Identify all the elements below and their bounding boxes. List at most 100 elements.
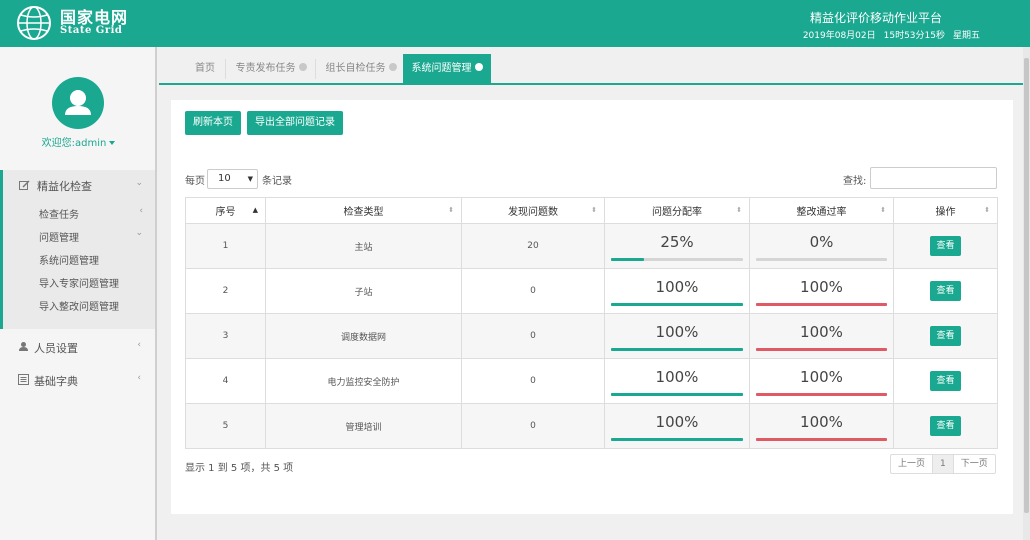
cell-assign-rate: 100% <box>604 358 750 404</box>
assign-rate-text: 100% <box>655 323 699 341</box>
date-text: 2019年08月02日 <box>802 31 876 41</box>
assign-rate-text: 100% <box>655 368 699 386</box>
tab-publish-task[interactable]: 专责发布任务 <box>229 54 313 84</box>
cell-no: 1 <box>185 223 266 269</box>
sidebar-item-dictionary[interactable]: 基础字典 ‹ <box>0 367 155 393</box>
pass-rate-text: 100% <box>800 413 843 431</box>
search-input[interactable] <box>870 167 997 189</box>
cell-pass-rate: 0% <box>749 223 894 269</box>
pass-rate-text: 100% <box>800 323 843 341</box>
sidebar-item-import-expert[interactable]: 导入专家问题管理 <box>39 275 119 290</box>
column-header-no[interactable]: 序号 ▲ <box>185 197 266 224</box>
cell-no: 2 <box>185 268 266 314</box>
sidebar-item-system-problem[interactable]: 系统问题管理 <box>39 252 99 267</box>
datetime-display: 2019年08月02日 15时53分15秒 星期五 <box>803 28 980 41</box>
sidebar-item-label: 系统问题管理 <box>39 256 99 267</box>
table-row: 3 调度数据网 0 100% 100% 查看 <box>185 313 998 359</box>
cell-no: 3 <box>185 313 266 359</box>
assign-progress-bar <box>611 438 743 441</box>
close-icon[interactable] <box>474 63 483 71</box>
assign-progress-bar <box>611 258 743 261</box>
column-header-label: 操作 <box>935 207 956 218</box>
view-button[interactable]: 查看 <box>930 281 961 301</box>
cell-pass-rate: 100% <box>749 358 894 404</box>
pass-progress-bar <box>756 438 887 441</box>
page-number-button[interactable]: 1 <box>932 455 953 473</box>
time-text: 15时53分15秒 <box>883 31 945 41</box>
column-header-count[interactable]: 发现问题数 ⬍ <box>461 197 605 224</box>
column-header-label: 整改通过率 <box>796 207 847 218</box>
sort-icon: ⬍ <box>736 206 742 214</box>
refresh-button[interactable]: 刷新本页 <box>185 111 241 135</box>
sidebar-item-problem-management[interactable]: 问题管理 <box>39 229 79 244</box>
cell-assign-rate: 25% <box>604 223 750 269</box>
pass-progress-bar <box>756 258 887 261</box>
chevron-left-icon: ‹ <box>139 206 143 216</box>
problem-table: 序号 ▲ 检查类型 ⬍ 发现问题数 ⬍ 问题分配率 ⬍ 整改通过率 ⬍ 操作 ⬍ 1 主站 … <box>185 197 998 449</box>
chevron-left-icon: ‹ <box>137 373 141 383</box>
tab-home[interactable]: 首页 <box>186 54 224 84</box>
view-button[interactable]: 查看 <box>930 326 961 346</box>
progress-fill <box>611 393 743 396</box>
close-icon[interactable] <box>298 63 307 71</box>
tab-system-problem[interactable]: 系统问题管理 <box>403 54 491 84</box>
cell-type: 电力监控安全防护 <box>265 358 462 404</box>
sidebar-item-personnel[interactable]: 人员设置 ‹ <box>0 334 155 360</box>
view-button[interactable]: 查看 <box>930 236 961 256</box>
sort-icon: ⬍ <box>448 206 454 214</box>
column-header-type[interactable]: 检查类型 ⬍ <box>265 197 462 224</box>
view-button[interactable]: 查看 <box>930 371 961 391</box>
cell-pass-rate: 100% <box>749 313 894 359</box>
state-grid-logo-icon <box>17 6 51 40</box>
cell-count: 0 <box>461 313 605 359</box>
next-page-button[interactable]: 下一页 <box>952 455 995 473</box>
sidebar-item-label: 检查任务 <box>39 210 79 221</box>
assign-progress-bar <box>611 393 743 396</box>
tab-label: 专责发布任务 <box>235 63 296 74</box>
avatar[interactable] <box>52 77 104 129</box>
cell-type: 管理培训 <box>265 403 462 449</box>
cell-action: 查看 <box>893 403 998 449</box>
cell-no: 4 <box>185 358 266 404</box>
sort-icon: ⬍ <box>880 206 886 214</box>
column-header-label: 检查类型 <box>343 207 384 218</box>
nav-group-lean-check: 精益化检查 ⌄ 检查任务 ‹ 问题管理 ⌄ 系统问题管理 导入专家问题管理 导入… <box>0 170 155 329</box>
view-button[interactable]: 查看 <box>930 416 961 436</box>
export-button[interactable]: 导出全部问题记录 <box>247 111 343 135</box>
scrollbar-thumb[interactable] <box>1024 58 1029 513</box>
column-header-pass-rate[interactable]: 整改通过率 ⬍ <box>749 197 894 224</box>
nav-section-lean-check[interactable]: 精益化检查 ⌄ <box>3 170 155 200</box>
progress-fill <box>756 393 887 396</box>
assign-rate-text: 100% <box>655 413 699 431</box>
cell-type: 主站 <box>265 223 462 269</box>
pass-rate-text: 0% <box>809 233 834 251</box>
cell-count: 0 <box>461 403 605 449</box>
sidebar-item-label: 导入专家问题管理 <box>39 279 119 290</box>
table-row: 4 电力监控安全防护 0 100% 100% 查看 <box>185 358 998 404</box>
cell-pass-rate: 100% <box>749 403 894 449</box>
user-menu-toggle[interactable]: 欢迎您:admin <box>0 134 157 149</box>
prev-page-button[interactable]: 上一页 <box>891 455 932 473</box>
progress-fill <box>611 438 743 441</box>
chevron-down-icon: ⌄ <box>135 178 143 188</box>
pass-rate-text: 100% <box>800 368 843 386</box>
page-length-select[interactable]: 10 ▼ <box>207 169 258 189</box>
progress-fill <box>756 303 887 306</box>
cell-action: 查看 <box>893 313 998 359</box>
search-label: 查找: <box>843 176 867 187</box>
page-length-prefix: 每页 <box>185 176 205 187</box>
sidebar-item-inspection-task[interactable]: 检查任务 <box>39 206 79 221</box>
column-header-assign-rate[interactable]: 问题分配率 ⬍ <box>604 197 750 224</box>
pagination: 上一页 1 下一页 <box>890 454 996 474</box>
tab-self-check-task[interactable]: 组长自检任务 <box>319 54 403 84</box>
sidebar-item-import-rectify[interactable]: 导入整改问题管理 <box>39 298 119 313</box>
sidebar-item-label: 人员设置 <box>34 342 78 355</box>
progress-fill <box>756 348 887 351</box>
column-header-action[interactable]: 操作 ⬍ <box>893 197 998 224</box>
cell-action: 查看 <box>893 268 998 314</box>
chevron-left-icon: ‹ <box>137 340 141 350</box>
close-icon[interactable] <box>388 63 397 71</box>
cell-assign-rate: 100% <box>604 313 750 359</box>
sidebar: 欢迎您:admin 精益化检查 ⌄ 检查任务 ‹ 问题管理 ⌄ 系统问题管理 导… <box>0 47 157 540</box>
tab-divider <box>315 59 316 79</box>
